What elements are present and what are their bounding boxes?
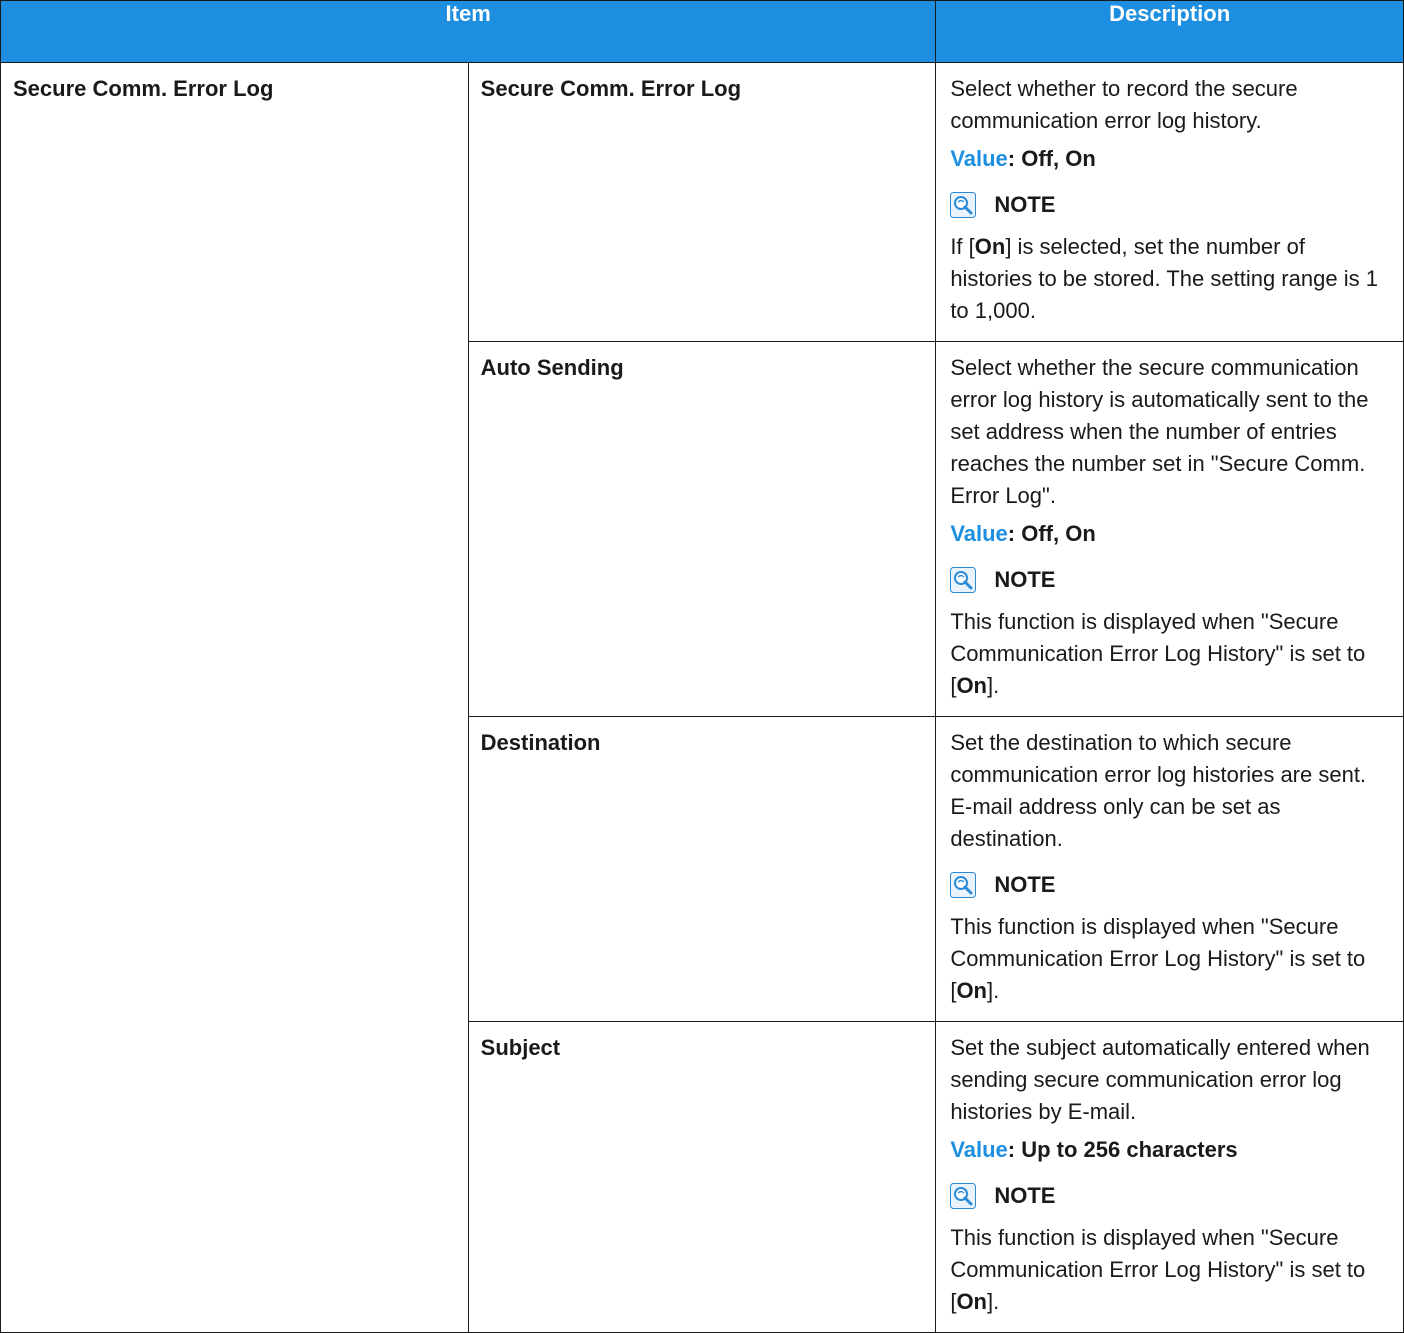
note-text: This function is displayed when "Secure … <box>950 609 1366 698</box>
description-text: Select whether the secure communication … <box>950 355 1369 508</box>
note-heading: NOTE <box>950 869 1389 901</box>
note-label: NOTE <box>994 1183 1056 1208</box>
note-heading: NOTE <box>950 564 1389 596</box>
settings-table: Item Description Secure Comm. Error Log … <box>0 0 1404 1333</box>
note-text: This function is displayed when "Secure … <box>950 1225 1366 1314</box>
note-label: NOTE <box>994 192 1056 217</box>
row-item-name: Destination <box>467 716 937 1022</box>
table-header-row: Item Description <box>0 0 1404 63</box>
value-label: Value <box>950 146 1008 171</box>
description-text: Select whether to record the secure comm… <box>950 76 1298 133</box>
value-label: Value <box>950 1137 1008 1162</box>
note-text: If [On] is selected, set the number of h… <box>950 234 1378 323</box>
row-item-name: Subject <box>467 1021 937 1333</box>
note-label: NOTE <box>994 567 1056 592</box>
header-description: Description <box>935 0 1404 63</box>
description-text: Set the destination to which secure comm… <box>950 730 1367 851</box>
note-label: NOTE <box>994 872 1056 897</box>
value-text: : Off, On <box>1007 521 1096 546</box>
row-description-cell: Set the subject automatically entered wh… <box>935 1021 1404 1333</box>
value-line: Value: Up to 256 characters <box>950 1134 1389 1166</box>
row-description-cell: Set the destination to which secure comm… <box>935 716 1404 1022</box>
lightbulb-hint-icon <box>950 1183 977 1209</box>
note-heading: NOTE <box>950 1180 1389 1212</box>
note-heading: NOTE <box>950 189 1389 221</box>
description-text: Set the subject automatically entered wh… <box>950 1035 1370 1124</box>
table-row: Secure Comm. Error Log Secure Comm. Erro… <box>0 62 1404 1333</box>
note-text: This function is displayed when "Secure … <box>950 914 1366 1003</box>
group-label: Secure Comm. Error Log <box>0 62 469 1333</box>
lightbulb-hint-icon <box>950 872 977 898</box>
value-line: Value: Off, On <box>950 518 1389 550</box>
lightbulb-hint-icon <box>950 192 977 218</box>
row-description-cell: Select whether to record the secure comm… <box>935 62 1404 342</box>
lightbulb-hint-icon <box>950 567 977 593</box>
row-description-cell: Select whether the secure communication … <box>935 341 1404 717</box>
value-text: : Off, On <box>1007 146 1096 171</box>
row-item-name: Secure Comm. Error Log <box>467 62 937 342</box>
header-item: Item <box>0 0 937 63</box>
row-item-name: Auto Sending <box>467 341 937 717</box>
value-label: Value <box>950 521 1008 546</box>
value-line: Value: Off, On <box>950 143 1389 175</box>
value-text: : Up to 256 characters <box>1007 1137 1238 1162</box>
